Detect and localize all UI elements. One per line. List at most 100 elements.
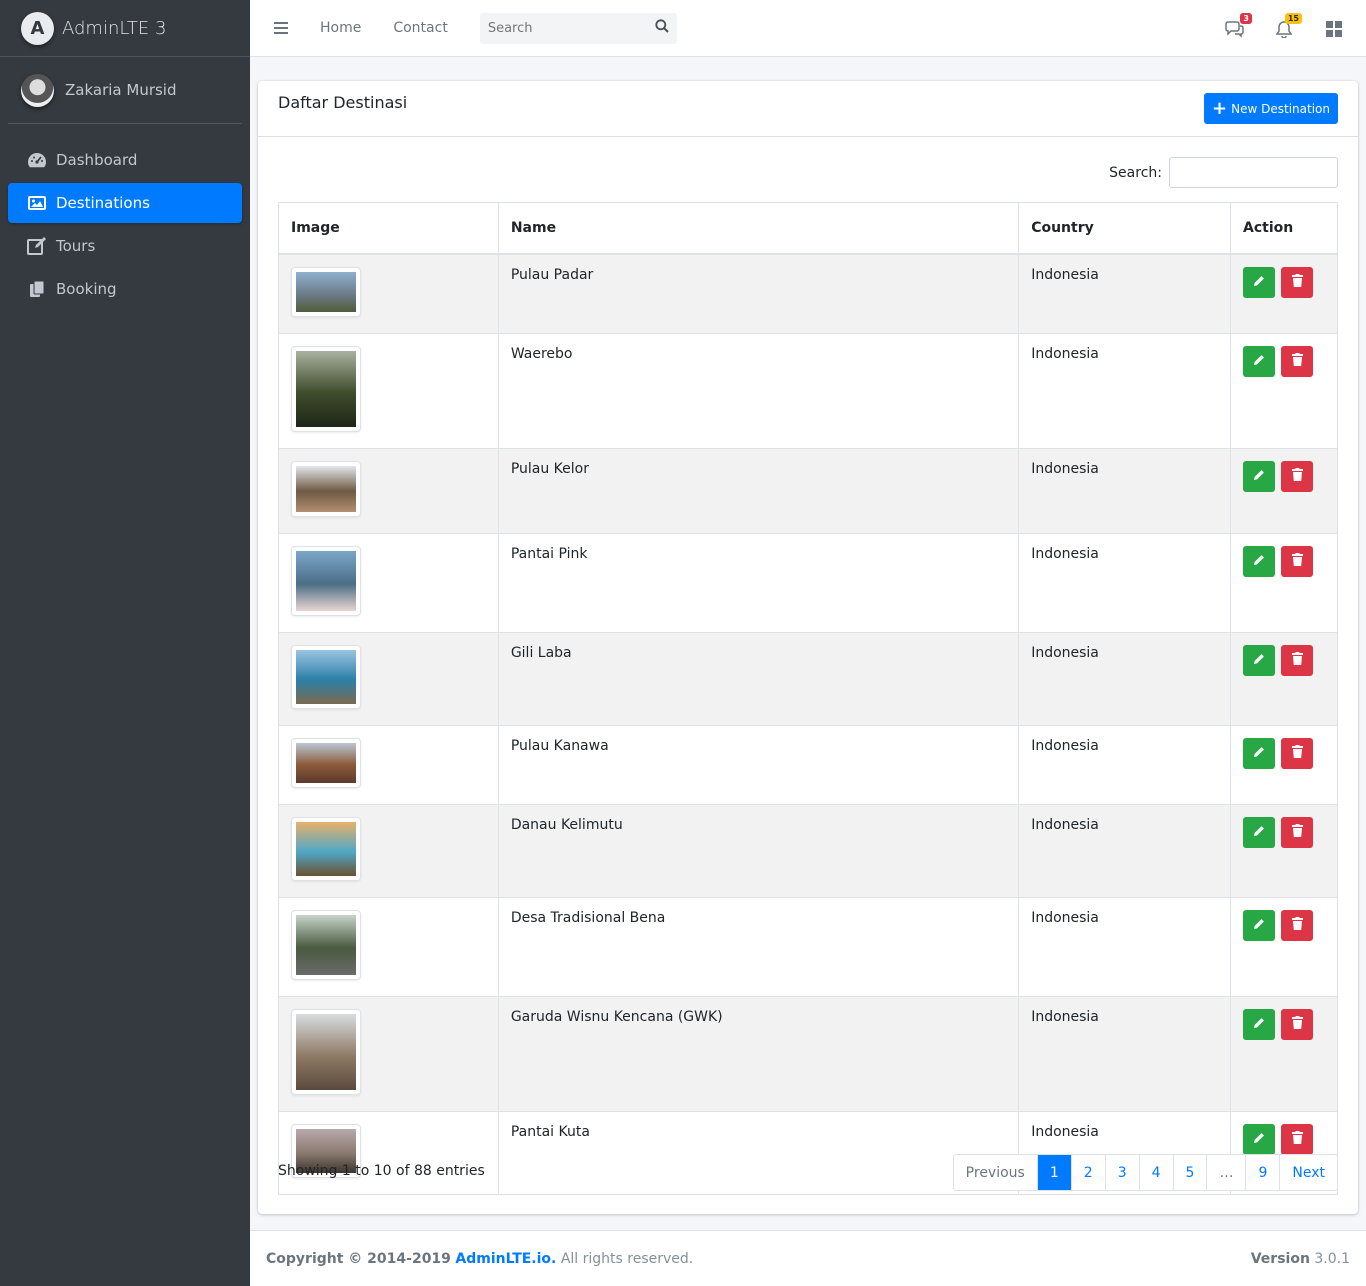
sidebar-item-label: Destinations: [56, 194, 150, 212]
country-cell: Indonesia: [1018, 995, 1231, 1112]
search-icon[interactable]: [655, 19, 669, 37]
navbar-search: [479, 12, 677, 44]
delete-button[interactable]: [1281, 545, 1313, 577]
trash-icon: [1291, 1131, 1303, 1147]
column-header-name[interactable]: Name: [497, 202, 1020, 255]
trash-icon: [1291, 917, 1303, 933]
bell-icon[interactable]: 15: [1274, 12, 1302, 39]
page-ellipsis[interactable]: …: [1206, 1155, 1246, 1190]
table-search-label: Search:: [1109, 164, 1162, 181]
previous-page-button[interactable]: Previous: [953, 1155, 1037, 1190]
country-cell: Indonesia: [1018, 724, 1231, 805]
brand-title: AdminLTE 3: [62, 17, 167, 39]
pencil-icon: [1253, 746, 1265, 761]
delete-button[interactable]: [1281, 460, 1313, 492]
page-button-2[interactable]: 2: [1070, 1155, 1105, 1190]
sidebar-item-destinations[interactable]: Destinations: [8, 183, 242, 223]
delete-button[interactable]: [1281, 345, 1313, 377]
delete-button[interactable]: [1281, 1123, 1313, 1155]
action-cell: [1230, 995, 1338, 1112]
edit-button[interactable]: [1243, 460, 1275, 492]
edit-button[interactable]: [1243, 909, 1275, 941]
destination-thumbnail: [291, 460, 361, 517]
action-cell: [1230, 253, 1338, 334]
footer: Copyright © 2014-2019 AdminLTE.io. All r…: [250, 1230, 1366, 1286]
table-row: Danau Kelimutu Indonesia: [278, 803, 1338, 898]
name-cell: Pulau Kelor: [497, 447, 1020, 534]
table-row: Pantai Pink Indonesia: [278, 532, 1338, 633]
country-cell: Indonesia: [1018, 532, 1231, 633]
image-cell: [278, 631, 499, 726]
notifications-badge: 15: [1284, 12, 1302, 24]
sidebar-item-tours[interactable]: Tours: [8, 226, 242, 266]
column-header-image[interactable]: Image: [278, 202, 499, 255]
edit-button[interactable]: [1243, 816, 1275, 848]
trash-icon: [1291, 468, 1303, 484]
action-cell: [1230, 631, 1338, 726]
destination-thumbnail: [291, 816, 361, 881]
edit-button[interactable]: [1243, 1123, 1275, 1155]
sidebar-nav: Dashboard Destinations Tours Booking: [0, 140, 250, 309]
name-cell: Desa Tradisional Bena: [497, 896, 1020, 997]
pencil-icon: [1253, 918, 1265, 933]
pencil-icon: [1253, 825, 1265, 840]
page-button-5[interactable]: 5: [1172, 1155, 1207, 1190]
delete-button[interactable]: [1281, 266, 1313, 298]
messages-icon[interactable]: 3: [1224, 12, 1252, 39]
sidebar-item-booking[interactable]: Booking: [8, 269, 242, 309]
page-button-3[interactable]: 3: [1104, 1155, 1139, 1190]
column-header-country[interactable]: Country: [1018, 202, 1231, 255]
page-button-4[interactable]: 4: [1138, 1155, 1173, 1190]
new-destination-button[interactable]: + New Destination: [1204, 93, 1338, 124]
column-header-action: Action: [1230, 202, 1338, 255]
trash-icon: [1291, 353, 1303, 369]
name-cell: Pulau Kanawa: [497, 724, 1020, 805]
card-header: Daftar Destinasi + New Destination: [258, 81, 1358, 137]
next-page-button[interactable]: Next: [1279, 1155, 1337, 1190]
delete-button[interactable]: [1281, 737, 1313, 769]
delete-button[interactable]: [1281, 1008, 1313, 1040]
copyright-link[interactable]: AdminLTE.io.: [455, 1251, 556, 1267]
sidebar-item-dashboard[interactable]: Dashboard: [8, 140, 242, 180]
edit-button[interactable]: [1243, 737, 1275, 769]
destination-thumbnail: [291, 737, 361, 788]
country-cell: Indonesia: [1018, 631, 1231, 726]
edit-button[interactable]: [1243, 1008, 1275, 1040]
table-row: Gili Laba Indonesia: [278, 631, 1338, 726]
edit-button[interactable]: [1243, 345, 1275, 377]
image-cell: [278, 447, 499, 534]
edit-button[interactable]: [1243, 545, 1275, 577]
page-button-1[interactable]: 1: [1036, 1155, 1071, 1190]
trash-icon: [1291, 745, 1303, 761]
delete-button[interactable]: [1281, 909, 1313, 941]
user-name[interactable]: Zakaria Mursid: [65, 81, 177, 99]
name-cell: Pulau Padar: [497, 253, 1020, 334]
copyright: Copyright © 2014-2019 AdminLTE.io. All r…: [266, 1251, 693, 1267]
trash-icon: [1291, 824, 1303, 840]
table-search-input[interactable]: [1169, 157, 1338, 188]
table-row: Desa Tradisional Bena Indonesia: [278, 896, 1338, 997]
search-input[interactable]: [487, 20, 638, 36]
trash-icon: [1291, 1016, 1303, 1032]
delete-button[interactable]: [1281, 644, 1313, 676]
country-cell: Indonesia: [1018, 332, 1231, 449]
nav-contact-link[interactable]: Contact: [393, 20, 447, 36]
name-cell: Garuda Wisnu Kencana (GWK): [497, 995, 1020, 1112]
trash-icon: [1291, 553, 1303, 569]
destination-thumbnail: [291, 345, 361, 432]
image-cell: [278, 1110, 499, 1195]
hamburger-menu-icon[interactable]: [274, 22, 288, 34]
pencil-icon: [1253, 653, 1265, 668]
image-cell: [278, 803, 499, 898]
action-cell: [1230, 896, 1338, 997]
nav-home-link[interactable]: Home: [320, 20, 361, 36]
grid-icon[interactable]: [1324, 19, 1344, 39]
page-button-9[interactable]: 9: [1245, 1155, 1280, 1190]
edit-button[interactable]: [1243, 644, 1275, 676]
edit-button[interactable]: [1243, 266, 1275, 298]
country-cell: Indonesia: [1018, 803, 1231, 898]
action-cell: [1230, 803, 1338, 898]
delete-button[interactable]: [1281, 816, 1313, 848]
table-search: Search:: [1109, 157, 1338, 188]
brand-link[interactable]: A AdminLTE 3: [0, 0, 250, 57]
